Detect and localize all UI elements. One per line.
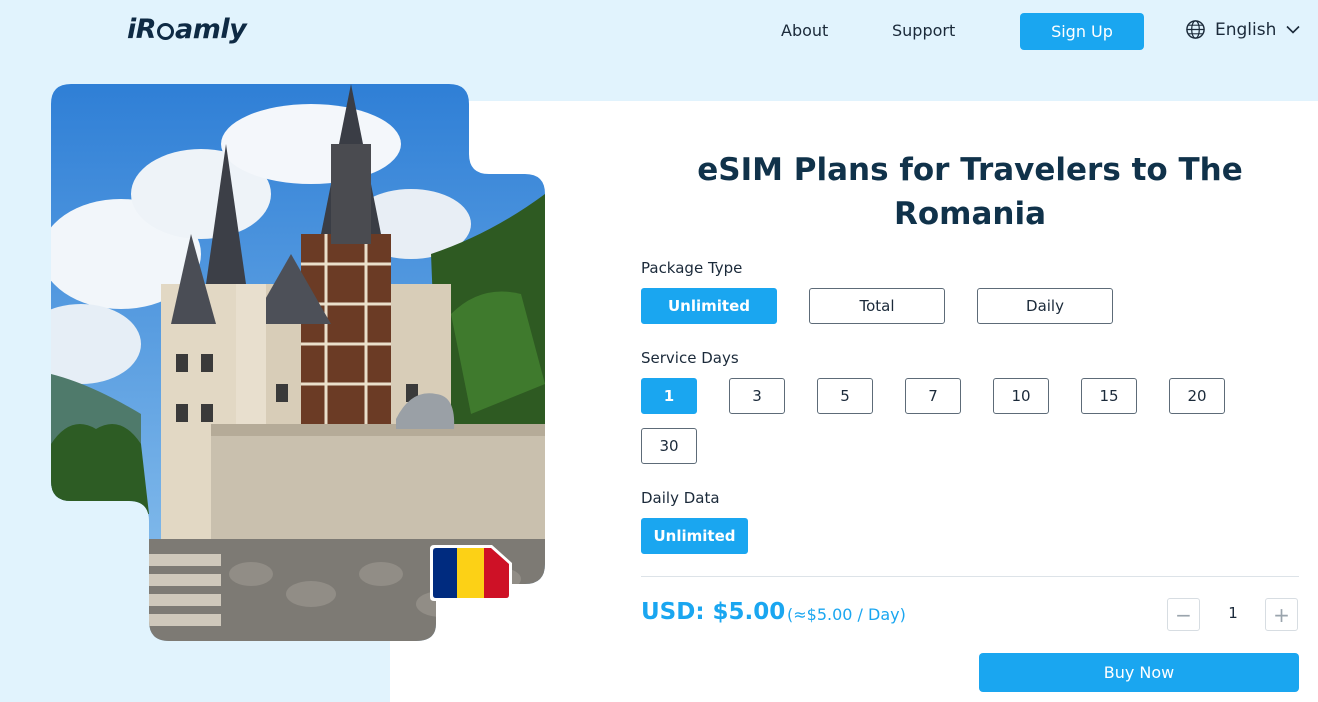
nav-about[interactable]: About: [781, 21, 828, 40]
chevron-down-icon: [1286, 25, 1300, 34]
quantity-value: 1: [1228, 604, 1238, 622]
page-title: eSIM Plans for Travelers to The Romania: [697, 152, 1243, 232]
globe-icon: [1186, 20, 1205, 39]
language-label: English: [1215, 19, 1277, 40]
buy-now-button[interactable]: Buy Now: [979, 653, 1299, 692]
price-per-day: (≈$5.00 / Day): [787, 605, 906, 624]
romania-flag-sim-icon: [430, 545, 512, 601]
sign-up-button[interactable]: Sign Up: [1020, 13, 1144, 50]
quantity-decrease-button[interactable]: −: [1167, 598, 1200, 631]
data-option-unlimited[interactable]: Unlimited: [641, 518, 748, 554]
package-option-daily[interactable]: Daily: [977, 288, 1113, 324]
logo-prefix: iR: [127, 14, 157, 45]
package-type-label: Package Type: [641, 259, 743, 277]
quantity-increase-button[interactable]: +: [1265, 598, 1298, 631]
days-option-15[interactable]: 15: [1081, 378, 1137, 414]
days-option-7[interactable]: 7: [905, 378, 961, 414]
days-option-3[interactable]: 3: [729, 378, 785, 414]
days-option-20[interactable]: 20: [1169, 378, 1225, 414]
daily-data-label: Daily Data: [641, 489, 720, 507]
divider: [641, 576, 1299, 577]
logo-ring-icon: [157, 23, 175, 40]
package-option-unlimited[interactable]: Unlimited: [641, 288, 777, 324]
days-option-5[interactable]: 5: [817, 378, 873, 414]
price-total: USD: $5.00: [641, 599, 786, 625]
logo-suffix: amly: [175, 14, 247, 45]
logo[interactable]: iR amly: [127, 14, 247, 45]
service-days-label: Service Days: [641, 349, 739, 367]
package-option-total[interactable]: Total: [809, 288, 945, 324]
language-selector[interactable]: English: [1185, 19, 1309, 40]
days-option-30[interactable]: 30: [641, 428, 697, 464]
nav-support[interactable]: Support: [892, 21, 955, 40]
days-option-1[interactable]: 1: [641, 378, 697, 414]
days-option-10[interactable]: 10: [993, 378, 1049, 414]
